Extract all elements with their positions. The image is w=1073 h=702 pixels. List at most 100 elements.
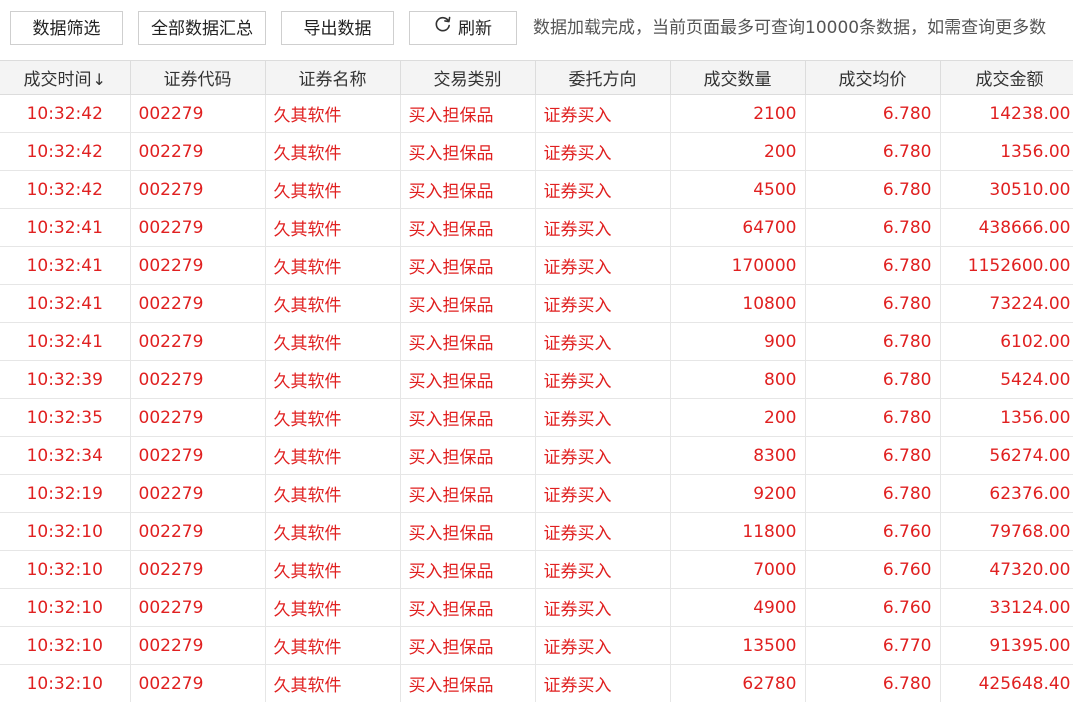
trade-time-cell: 10:32:42 bbox=[0, 170, 131, 209]
trade-category-cell: 买入担保品 bbox=[400, 626, 536, 665]
data-filter-button[interactable]: 数据筛选 bbox=[10, 11, 123, 45]
avg-price-cell: 6.760 bbox=[805, 550, 941, 589]
table-row[interactable]: 10:32:10 002279 久其软件 买入担保品 证券买入 13500 6.770 913… bbox=[0, 626, 1073, 665]
security-name-cell: 久其软件 bbox=[265, 474, 401, 513]
table-row[interactable]: 10:32:19 002279 久其软件 买入担保品 证券买入 9200 6.780 6237… bbox=[0, 474, 1073, 513]
trade-amount-cell: 62376.00 bbox=[940, 474, 1073, 513]
security-code-cell: 002279 bbox=[130, 94, 266, 133]
table-row[interactable]: 10:32:41 002279 久其软件 买入担保品 证券买入 64700 6.780 438… bbox=[0, 208, 1073, 247]
trade-quantity-cell: 800 bbox=[670, 360, 806, 399]
trade-quantity-cell: 10800 bbox=[670, 284, 806, 323]
table-row[interactable]: 10:32:41 002279 久其软件 买入担保品 证券买入 10800 6.780 732… bbox=[0, 284, 1073, 323]
refresh-button[interactable]: 刷新 bbox=[409, 11, 517, 45]
order-direction-cell: 证券买入 bbox=[535, 626, 671, 665]
table-row[interactable]: 10:32:10 002279 久其软件 买入担保品 证券买入 11800 6.760 797… bbox=[0, 512, 1073, 551]
order-direction-cell: 证券买入 bbox=[535, 436, 671, 475]
order-direction-cell: 证券买入 bbox=[535, 322, 671, 361]
security-code-cell: 002279 bbox=[130, 208, 266, 247]
header-trade-quantity[interactable]: 成交数量 bbox=[670, 60, 806, 95]
trade-category-cell: 买入担保品 bbox=[400, 512, 536, 551]
security-name-cell: 久其软件 bbox=[265, 436, 401, 475]
security-name-cell: 久其软件 bbox=[265, 94, 401, 133]
security-code-cell: 002279 bbox=[130, 360, 266, 399]
security-code-cell: 002279 bbox=[130, 246, 266, 285]
trade-amount-cell: 79768.00 bbox=[940, 512, 1073, 551]
trade-amount-cell: 425648.40 bbox=[940, 664, 1073, 702]
security-name-cell: 久其软件 bbox=[265, 322, 401, 361]
trade-time-cell: 10:32:41 bbox=[0, 246, 131, 285]
trade-time-cell: 10:32:34 bbox=[0, 436, 131, 475]
order-direction-cell: 证券买入 bbox=[535, 246, 671, 285]
order-direction-cell: 证券买入 bbox=[535, 588, 671, 627]
security-code-cell: 002279 bbox=[130, 626, 266, 665]
header-security-name[interactable]: 证券名称 bbox=[265, 60, 401, 95]
trade-amount-cell: 73224.00 bbox=[940, 284, 1073, 323]
trade-amount-cell: 56274.00 bbox=[940, 436, 1073, 475]
trade-category-cell: 买入担保品 bbox=[400, 208, 536, 247]
all-data-summary-button[interactable]: 全部数据汇总 bbox=[138, 11, 266, 45]
avg-price-cell: 6.780 bbox=[805, 474, 941, 513]
trade-time-cell: 10:32:10 bbox=[0, 664, 131, 702]
trade-time-cell: 10:32:10 bbox=[0, 588, 131, 627]
table-row[interactable]: 10:32:10 002279 久其软件 买入担保品 证券买入 7000 6.760 4732… bbox=[0, 550, 1073, 589]
trade-amount-cell: 1356.00 bbox=[940, 132, 1073, 171]
table-row[interactable]: 10:32:42 002279 久其软件 买入担保品 证券买入 200 6.780 1356.… bbox=[0, 132, 1073, 171]
trade-time-cell: 10:32:41 bbox=[0, 322, 131, 361]
trade-category-cell: 买入担保品 bbox=[400, 474, 536, 513]
order-direction-cell: 证券买入 bbox=[535, 474, 671, 513]
table-row[interactable]: 10:32:34 002279 久其软件 买入担保品 证券买入 8300 6.780 5627… bbox=[0, 436, 1073, 475]
avg-price-cell: 6.780 bbox=[805, 398, 941, 437]
header-trade-category[interactable]: 交易类别 bbox=[400, 60, 536, 95]
header-avg-price[interactable]: 成交均价 bbox=[805, 60, 941, 95]
table-row[interactable]: 10:32:35 002279 久其软件 买入担保品 证券买入 200 6.780 1356.… bbox=[0, 398, 1073, 437]
trade-category-cell: 买入担保品 bbox=[400, 94, 536, 133]
trade-quantity-cell: 200 bbox=[670, 132, 806, 171]
security-code-cell: 002279 bbox=[130, 132, 266, 171]
header-trade-time[interactable]: 成交时间↓ bbox=[0, 60, 131, 95]
trade-amount-cell: 30510.00 bbox=[940, 170, 1073, 209]
avg-price-cell: 6.780 bbox=[805, 94, 941, 133]
table-row[interactable]: 10:32:39 002279 久其软件 买入担保品 证券买入 800 6.780 5424.… bbox=[0, 360, 1073, 399]
trades-table: 成交时间↓ 证券代码 证券名称 交易类别 委托方向 成交数量 成交均价 成交金额… bbox=[0, 60, 1073, 702]
avg-price-cell: 6.780 bbox=[805, 246, 941, 285]
security-name-cell: 久其软件 bbox=[265, 550, 401, 589]
table-row[interactable]: 10:32:10 002279 久其软件 买入担保品 证券买入 4900 6.760 3312… bbox=[0, 588, 1073, 627]
security-name-cell: 久其软件 bbox=[265, 208, 401, 247]
order-direction-cell: 证券买入 bbox=[535, 94, 671, 133]
trade-quantity-cell: 13500 bbox=[670, 626, 806, 665]
security-name-cell: 久其软件 bbox=[265, 588, 401, 627]
avg-price-cell: 6.780 bbox=[805, 664, 941, 702]
trade-quantity-cell: 62780 bbox=[670, 664, 806, 702]
security-code-cell: 002279 bbox=[130, 322, 266, 361]
order-direction-cell: 证券买入 bbox=[535, 512, 671, 551]
table-row[interactable]: 10:32:42 002279 久其软件 买入担保品 证券买入 2100 6.780 1423… bbox=[0, 94, 1073, 133]
table-row[interactable]: 10:32:41 002279 久其软件 买入担保品 证券买入 900 6.780 6102.… bbox=[0, 322, 1073, 361]
export-data-button[interactable]: 导出数据 bbox=[281, 11, 394, 45]
security-code-cell: 002279 bbox=[130, 512, 266, 551]
security-name-cell: 久其软件 bbox=[265, 246, 401, 285]
header-order-direction[interactable]: 委托方向 bbox=[535, 60, 671, 95]
security-name-cell: 久其软件 bbox=[265, 132, 401, 171]
header-trade-amount[interactable]: 成交金额 bbox=[940, 60, 1073, 95]
trade-category-cell: 买入担保品 bbox=[400, 132, 536, 171]
table-row[interactable]: 10:32:41 002279 久其软件 买入担保品 证券买入 170000 6.780 11… bbox=[0, 246, 1073, 285]
avg-price-cell: 6.780 bbox=[805, 132, 941, 171]
order-direction-cell: 证券买入 bbox=[535, 208, 671, 247]
sort-desc-icon: ↓ bbox=[92, 70, 106, 89]
trade-time-cell: 10:32:41 bbox=[0, 208, 131, 247]
trade-category-cell: 买入担保品 bbox=[400, 170, 536, 209]
table-row[interactable]: 10:32:42 002279 久其软件 买入担保品 证券买入 4500 6.780 3051… bbox=[0, 170, 1073, 209]
order-direction-cell: 证券买入 bbox=[535, 360, 671, 399]
avg-price-cell: 6.780 bbox=[805, 360, 941, 399]
avg-price-cell: 6.780 bbox=[805, 170, 941, 209]
trade-time-cell: 10:32:10 bbox=[0, 626, 131, 665]
header-security-code[interactable]: 证券代码 bbox=[130, 60, 266, 95]
security-name-cell: 久其软件 bbox=[265, 664, 401, 702]
table-row[interactable]: 10:32:10 002279 久其软件 买入担保品 证券买入 62780 6.780 425… bbox=[0, 664, 1073, 702]
trade-amount-cell: 5424.00 bbox=[940, 360, 1073, 399]
avg-price-cell: 6.780 bbox=[805, 284, 941, 323]
security-code-cell: 002279 bbox=[130, 664, 266, 702]
table-body: 10:32:42 002279 久其软件 买入担保品 证券买入 2100 6.780 1423… bbox=[0, 94, 1073, 702]
trade-quantity-cell: 4900 bbox=[670, 588, 806, 627]
trade-category-cell: 买入担保品 bbox=[400, 588, 536, 627]
